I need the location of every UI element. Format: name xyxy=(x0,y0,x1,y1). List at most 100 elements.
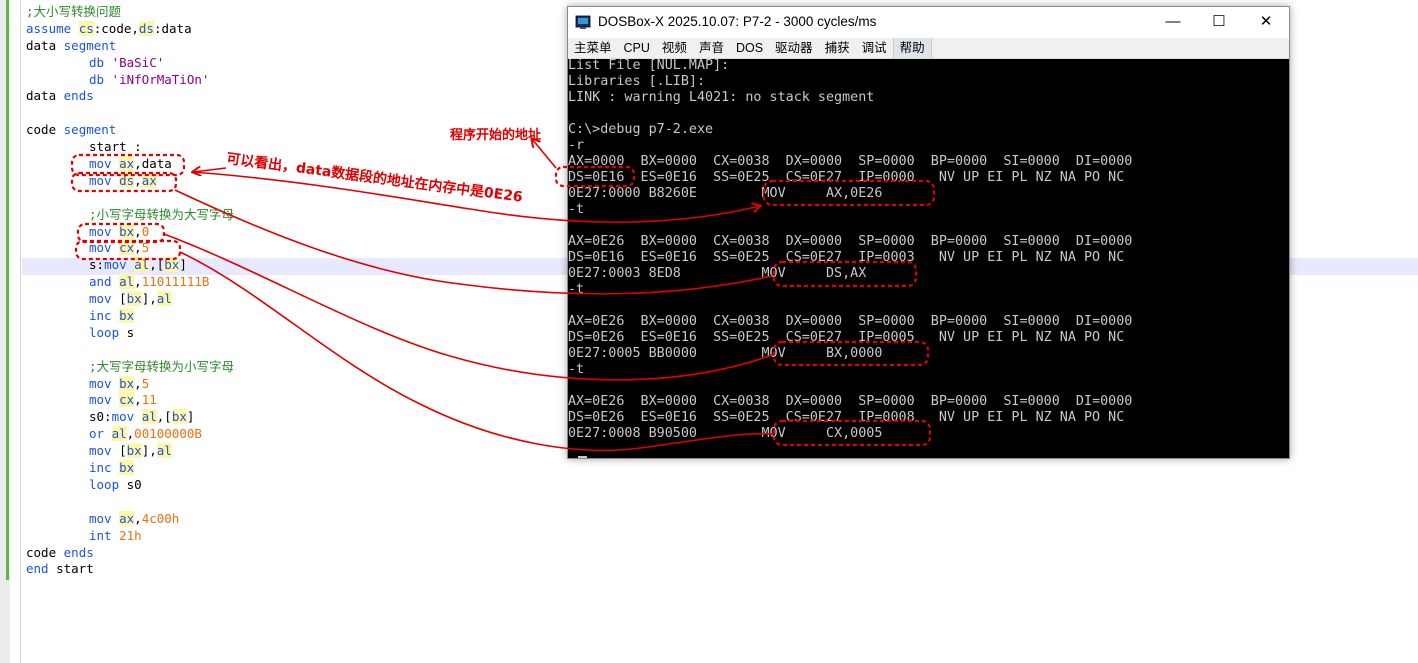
code-token: s0 xyxy=(126,476,142,492)
code-line[interactable] xyxy=(26,104,234,121)
change-marker-bar xyxy=(6,0,9,580)
code-line[interactable]: and al,11011111B xyxy=(26,273,234,290)
terminal-line: 0E27:0000 B8260E MOV AX,0E26 xyxy=(568,186,883,201)
code-token: ], xyxy=(141,291,157,307)
code-line[interactable] xyxy=(26,189,234,206)
code-token: ;小写字母转换为大写字母 xyxy=(89,206,235,222)
code-line[interactable]: ;小写字母转换为大写字母 xyxy=(26,206,234,223)
window-title: DOSBox-X 2025.10.07: P7-2 - 3000 cycles/… xyxy=(598,14,877,29)
code-token: ;大小写转换问题 xyxy=(26,4,122,19)
code-token: s xyxy=(126,324,135,340)
dosbox-window[interactable]: DOSBox-X 2025.10.07: P7-2 - 3000 cycles/… xyxy=(567,6,1290,459)
code-token: mov xyxy=(89,510,120,526)
code-line[interactable]: mov bx,5 xyxy=(26,375,234,392)
code-token: or xyxy=(89,426,112,442)
code-line[interactable]: start : xyxy=(26,138,234,155)
menu-item[interactable]: 捕获 xyxy=(819,38,856,58)
annotation-program-start: 程序开始的地址 xyxy=(450,128,542,143)
terminal-line: LINK : warning L4021: no stack segment xyxy=(568,90,875,105)
code-line[interactable]: mov [bx],al xyxy=(26,290,234,307)
code-token: 11011111B xyxy=(141,274,210,290)
code-token: db xyxy=(89,71,112,87)
code-token: mov xyxy=(89,156,120,172)
code-token: , xyxy=(134,274,142,290)
code-line[interactable]: data segment xyxy=(26,37,234,54)
code-token: :code, xyxy=(93,20,139,36)
code-token: ds xyxy=(119,172,135,188)
code-line[interactable]: code segment xyxy=(26,121,234,138)
code-line[interactable]: loop s0 xyxy=(26,476,234,493)
code-line[interactable]: loop s xyxy=(26,324,234,341)
terminal-line: C:\>debug p7-2.exe xyxy=(568,122,714,137)
code-line[interactable]: s0:mov al,[bx] xyxy=(26,408,234,425)
code-line[interactable]: inc bx xyxy=(26,307,234,324)
code-token: segment xyxy=(63,122,117,138)
code-token: , xyxy=(134,240,142,256)
code-line[interactable] xyxy=(26,493,234,510)
menu-item[interactable]: 声音 xyxy=(693,38,730,58)
title-bar[interactable]: DOSBox-X 2025.10.07: P7-2 - 3000 cycles/… xyxy=(568,7,1289,38)
code-token: 'iNfOrMaTiOn' xyxy=(111,71,210,87)
code-line[interactable]: code ends xyxy=(26,544,234,561)
code-token: al xyxy=(134,257,150,273)
code-token: mov xyxy=(104,257,135,273)
code-token: ends xyxy=(63,544,94,560)
menu-item[interactable]: 驱动器 xyxy=(769,38,819,58)
code-line[interactable]: mov bx,0 xyxy=(26,223,234,240)
code-token: bx xyxy=(119,223,135,239)
code-token: code xyxy=(26,122,64,138)
menu-item[interactable]: 调试 xyxy=(856,38,893,58)
code-line[interactable]: db 'iNfOrMaTiOn' xyxy=(26,71,234,88)
code-line[interactable]: s:mov al,[bx] xyxy=(26,256,234,273)
code-token: bx xyxy=(164,257,180,273)
code-line[interactable]: ;大写字母转换为小写字母 xyxy=(26,358,234,375)
code-line[interactable]: mov cx,5 xyxy=(26,239,234,256)
code-token: mov xyxy=(89,223,120,239)
menu-item[interactable]: CPU xyxy=(618,38,656,58)
code-token: ;大写字母转换为小写字母 xyxy=(89,358,235,374)
code-line[interactable]: mov [bx],al xyxy=(26,442,234,459)
code-token: mov xyxy=(89,172,120,188)
code-token: 00100000B xyxy=(134,426,202,442)
menu-bar: 主菜单 CPU 视频 声音 DOS 驱动器 捕获 调试 帮助 xyxy=(568,38,1289,59)
code-token: ax xyxy=(119,156,135,172)
code-token: assume xyxy=(26,20,79,36)
code-token: 0 xyxy=(141,223,150,239)
code-line[interactable]: assume cs:code,ds:data xyxy=(26,20,234,37)
code-line[interactable]: data ends xyxy=(26,87,234,104)
code-token: int xyxy=(89,527,120,543)
code-line[interactable]: or al,00100000B xyxy=(26,425,234,442)
code-token: inc xyxy=(89,308,120,324)
code-token: ], xyxy=(141,443,157,459)
menu-item[interactable]: 帮助 xyxy=(892,38,932,58)
code-line[interactable]: db 'BaSiC' xyxy=(26,54,234,71)
code-token: , xyxy=(134,223,142,239)
dos-terminal-screen[interactable]: List File [NUL.MAP]: Libraries [.LIB]: LIN… xyxy=(568,59,1289,458)
code-token: ds xyxy=(138,20,154,36)
code-line[interactable]: end start xyxy=(26,560,234,577)
code-line[interactable]: mov ax,4c00h xyxy=(26,510,234,527)
menu-item[interactable]: 视频 xyxy=(656,38,693,58)
code-token: s0: xyxy=(89,409,112,425)
code-line[interactable]: mov ds,ax xyxy=(26,172,234,189)
code-line[interactable]: ;大小写转换问题 xyxy=(26,3,234,20)
code-line[interactable]: inc bx xyxy=(26,459,234,476)
close-button[interactable]: ✕ xyxy=(1243,7,1289,38)
code-lines[interactable]: ;大小写转换问题 assume cs:code,ds:data data segme… xyxy=(26,3,234,577)
code-token: start xyxy=(56,561,94,577)
terminal-line: -t xyxy=(568,362,585,377)
code-line[interactable]: mov cx,11 xyxy=(26,391,234,408)
code-token: ax xyxy=(141,172,157,188)
code-token: mov xyxy=(89,240,120,256)
minimize-button[interactable]: — xyxy=(1150,7,1196,38)
code-token: al xyxy=(156,291,172,307)
code-line[interactable]: int 21h xyxy=(26,527,234,544)
maximize-button[interactable]: ☐ xyxy=(1196,7,1242,38)
code-line[interactable] xyxy=(26,341,234,358)
code-line[interactable]: mov ax,data xyxy=(26,155,234,172)
menu-item[interactable]: DOS xyxy=(730,38,769,58)
menu-item[interactable]: 主菜单 xyxy=(568,38,618,58)
code-token: mov xyxy=(89,392,120,408)
code-token: al xyxy=(141,409,157,425)
